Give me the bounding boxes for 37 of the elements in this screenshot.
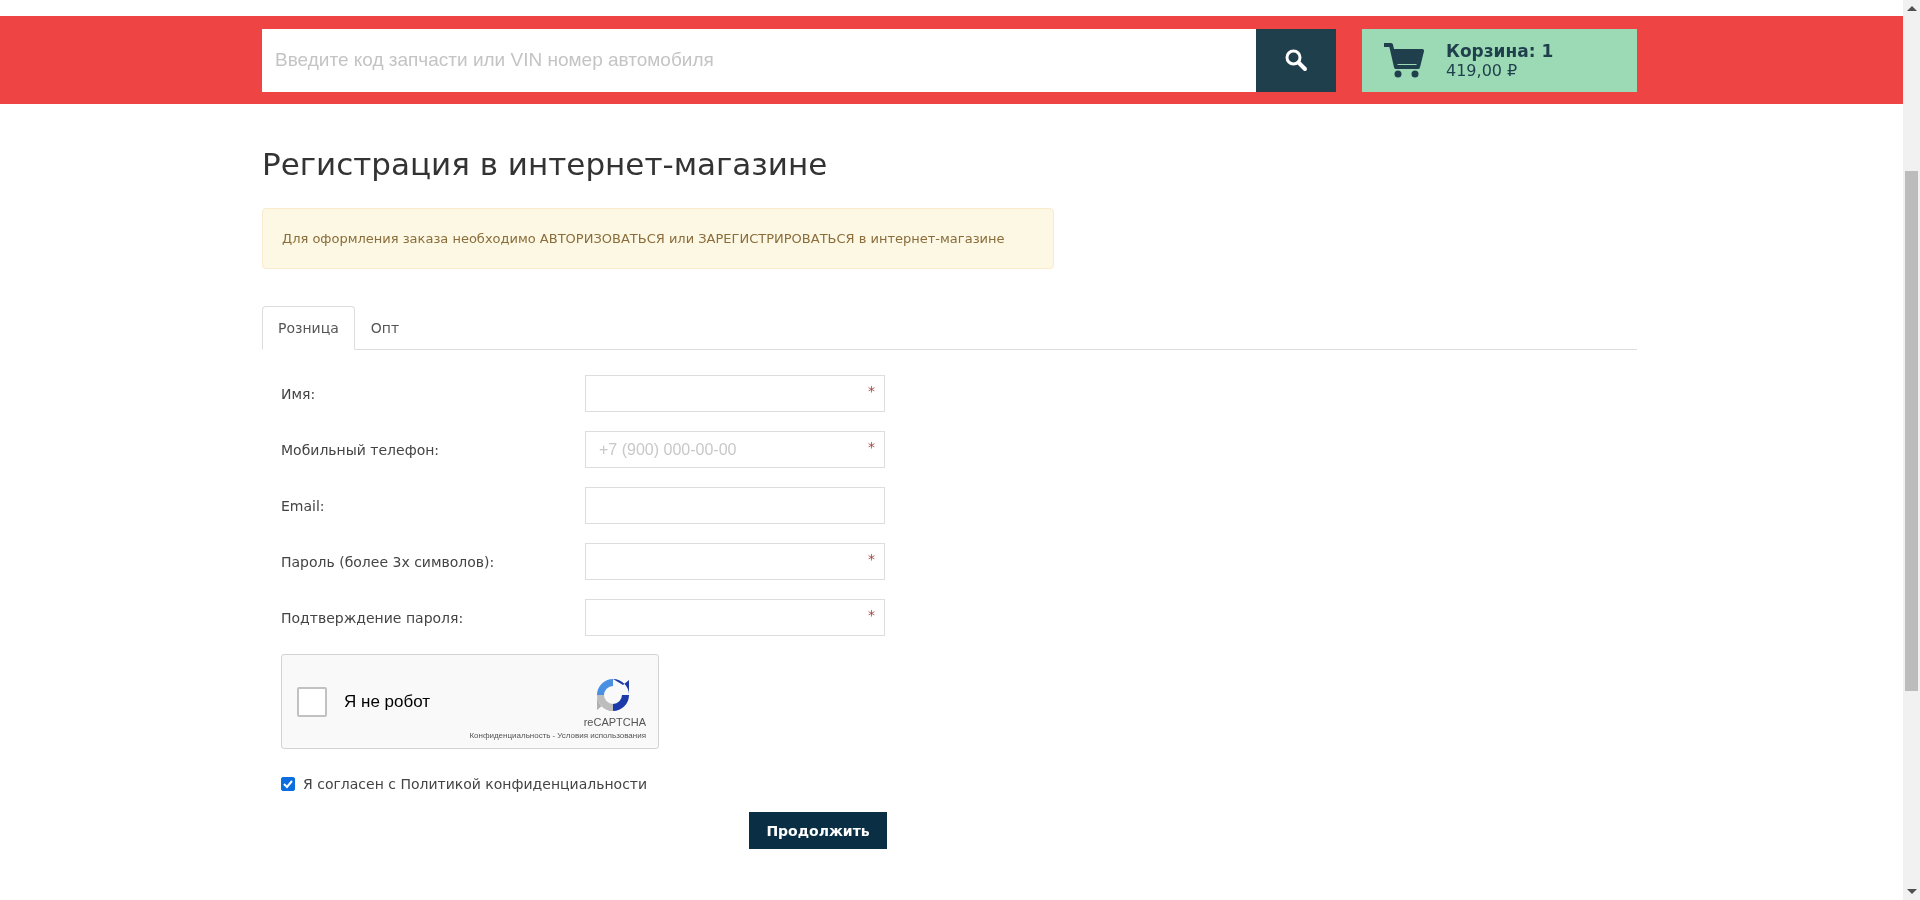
search-icon <box>1284 48 1308 72</box>
field-label: Мобильный телефон: <box>281 441 441 458</box>
page-title: Регистрация в интернет-магазине <box>262 145 829 184</box>
field-label: Пароль (более 3х символов): <box>281 553 496 570</box>
link-separator: - <box>552 730 556 740</box>
scroll-down-icon[interactable] <box>1906 889 1917 894</box>
cart-total: 419,00 ₽ <box>1446 60 1518 80</box>
info-alert: Для оформления заказа необходимо АВТОРИЗОВАТЬСЯ или ЗАРЕГИСТРИРОВАТЬСЯ в интернет-магазине <box>262 208 1054 270</box>
cart-icon <box>1382 41 1424 79</box>
cart-widget[interactable]: Корзина: 1 419,00 ₽ <box>1362 28 1637 92</box>
continue-button[interactable]: Продолжить <box>749 812 887 850</box>
tab[interactable]: Опт <box>354 306 416 351</box>
field-label: Подтверждение пароля: <box>281 609 465 626</box>
required-mark: * <box>868 383 875 400</box>
field-label: Email: <box>281 497 326 514</box>
consent-label: Я согласен с Политикой конфиденциальности <box>303 776 648 793</box>
field-label: Имя: <box>281 385 317 402</box>
cart-count: Корзина: 1 <box>1446 40 1554 61</box>
captcha-label: Я не робот <box>344 691 432 712</box>
required-mark: * <box>868 439 875 456</box>
privacy-link[interactable]: Конфиденциальность <box>469 730 551 740</box>
consent-checkbox[interactable] <box>281 777 295 792</box>
scrollbar[interactable] <box>1903 0 1920 900</box>
search-field[interactable]: Введите код запчасти или VIN номер автомобиля <box>262 28 1256 92</box>
recaptcha-brand: reCAPTCHA <box>583 715 646 728</box>
terms-link[interactable]: Условия использования <box>557 730 646 740</box>
tab[interactable]: Розница <box>262 306 355 351</box>
input-field[interactable] <box>585 487 885 525</box>
required-mark: * <box>868 551 875 568</box>
scrollbar-thumb[interactable] <box>1905 171 1918 691</box>
required-mark: * <box>868 607 875 624</box>
input-field[interactable] <box>585 543 885 581</box>
captcha-checkbox[interactable] <box>297 686 327 717</box>
scroll-up-icon[interactable] <box>1906 6 1917 11</box>
input-field[interactable] <box>585 375 885 413</box>
search-button[interactable] <box>1256 28 1336 92</box>
input-field[interactable] <box>585 599 885 637</box>
